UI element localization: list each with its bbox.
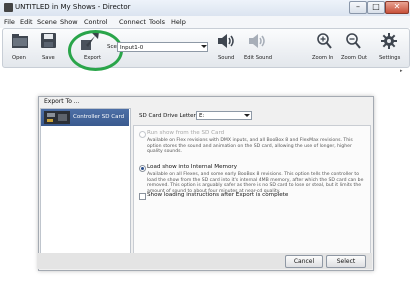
- zoom-out-label: Zoom Out: [341, 55, 368, 61]
- run-from-sd-title: Run show from the SD Card: [147, 130, 225, 136]
- menu-scene[interactable]: Scene: [37, 16, 57, 28]
- app-icon: [4, 3, 13, 12]
- zoom-in-label: Zoom In: [312, 55, 334, 61]
- menu-control[interactable]: Control: [84, 16, 108, 28]
- gear-icon: [381, 33, 397, 49]
- save-label: Save: [42, 55, 55, 61]
- open-label: Open: [12, 55, 26, 61]
- export-target-list: [40, 108, 131, 254]
- menu-show[interactable]: Show: [60, 16, 78, 28]
- dialog-title: Export To ...: [44, 98, 80, 105]
- show-loading-instructions-label: Show loading instructions after Export i…: [147, 192, 289, 198]
- scroll-right-arrow-icon[interactable]: ▸: [400, 68, 403, 74]
- window-title: UNTITLED in My Shows - Director: [15, 3, 131, 11]
- menu-connect[interactable]: Connect: [119, 16, 146, 28]
- close-button[interactable]: ✕: [385, 1, 409, 14]
- run-from-sd-radio[interactable]: [139, 131, 146, 138]
- select-button[interactable]: Select: [326, 255, 366, 268]
- menu-tools[interactable]: Tools: [149, 16, 165, 28]
- speaker-icon: [218, 34, 234, 48]
- chevron-down-icon: [244, 114, 250, 117]
- load-internal-memory-title: Load show into Internal Memory: [147, 164, 238, 170]
- zoom-out-icon: [346, 33, 361, 49]
- sd-drive-label: SD Card Drive Letter:: [139, 113, 198, 119]
- zoom-in-icon: [317, 33, 332, 49]
- folder-icon: [12, 34, 28, 48]
- scene-select[interactable]: Input1-0: [117, 42, 208, 52]
- settings-label: Settings: [379, 55, 401, 61]
- load-internal-memory-radio[interactable]: [139, 165, 146, 172]
- menu-help[interactable]: Help: [171, 16, 186, 28]
- controller-board-icon: [44, 111, 70, 124]
- minimize-button[interactable]: –: [349, 1, 367, 14]
- chevron-down-icon: [201, 45, 207, 48]
- menu-edit[interactable]: Edit: [20, 16, 33, 28]
- speaker-edit-icon: [249, 34, 265, 48]
- maximize-button[interactable]: □: [367, 1, 385, 14]
- cancel-button[interactable]: Cancel: [285, 255, 323, 268]
- floppy-disk-icon: [41, 33, 56, 48]
- sound-label: Sound: [218, 55, 235, 61]
- menu-file[interactable]: File: [4, 16, 15, 28]
- export-target-label: Controller SD Card: [73, 114, 125, 120]
- export-highlight-circle: [68, 30, 123, 71]
- run-from-sd-description: Available on Flex revisions with DMX inp…: [147, 138, 353, 155]
- show-loading-instructions-checkbox[interactable]: [139, 193, 146, 200]
- edit-sound-label: Edit Sound: [244, 55, 273, 61]
